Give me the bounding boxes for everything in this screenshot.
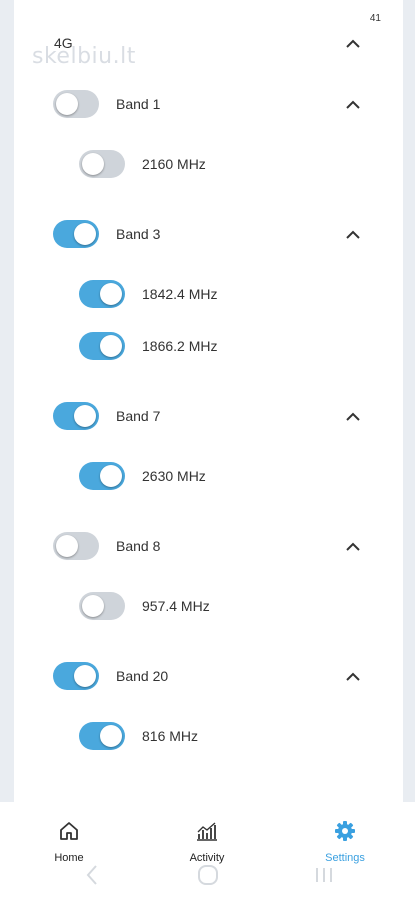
toggle-knob — [74, 405, 96, 427]
frequency-label: 1842.4 MHz — [142, 286, 218, 302]
frequency-row: 816 MHz — [14, 716, 403, 756]
frequency-label: 2630 MHz — [142, 468, 206, 484]
band-label: Band 20 — [116, 668, 169, 684]
band-7-toggle[interactable] — [53, 402, 99, 430]
gear-icon — [334, 820, 356, 847]
frequency-toggle[interactable] — [79, 150, 125, 178]
chevron-up-icon[interactable] — [343, 33, 363, 53]
toggle-knob — [74, 665, 96, 687]
band-row-20: Band 20 — [14, 656, 403, 696]
toggle-knob — [56, 93, 78, 115]
band-row-1: Band 1 — [14, 84, 403, 124]
band-label: Band 1 — [116, 96, 161, 112]
band-label: Band 7 — [116, 408, 161, 424]
activity-icon — [195, 820, 219, 847]
nav-activity[interactable]: Activity — [162, 820, 252, 864]
band-row-3: Band 3 — [14, 214, 403, 254]
system-nav-bar — [0, 864, 415, 888]
band-row-8: Band 8 — [14, 526, 403, 566]
toggle-knob — [100, 283, 122, 305]
frequency-label: 957.4 MHz — [142, 598, 210, 614]
nav-activity-label: Activity — [189, 852, 225, 864]
frequency-label: 2160 MHz — [142, 156, 206, 172]
chevron-up-icon[interactable] — [343, 536, 363, 556]
frequency-row: 1842.4 MHz — [14, 274, 403, 314]
frequency-row: 2630 MHz — [14, 456, 403, 496]
home-circle-icon[interactable] — [197, 864, 219, 891]
nav-settings-label: Settings — [325, 852, 365, 864]
frequency-row: 957.4 MHz — [14, 586, 403, 626]
band-3-toggle[interactable] — [53, 220, 99, 248]
band-label: Band 8 — [116, 538, 161, 554]
nav-home-label: Home — [54, 852, 84, 864]
chevron-up-icon[interactable] — [343, 666, 363, 686]
frequency-toggle[interactable] — [79, 462, 125, 490]
frequency-label: 1866.2 MHz — [142, 338, 218, 354]
band-1-toggle[interactable] — [53, 90, 99, 118]
band-row-7: Band 7 — [14, 396, 403, 436]
band-8-toggle[interactable] — [53, 532, 99, 560]
recents-icon[interactable] — [314, 864, 334, 891]
toggle-knob — [74, 223, 96, 245]
frequency-row: 1866.2 MHz — [14, 326, 403, 366]
frequency-toggle[interactable] — [79, 332, 125, 360]
section-header-4g[interactable]: 4G — [14, 23, 403, 63]
nav-settings[interactable]: Settings — [300, 820, 390, 864]
band-label: Band 3 — [116, 226, 161, 242]
toggle-knob — [100, 725, 122, 747]
band-20-toggle[interactable] — [53, 662, 99, 690]
toggle-knob — [82, 595, 104, 617]
toggle-knob — [82, 153, 104, 175]
frequency-toggle[interactable] — [79, 280, 125, 308]
home-icon — [58, 820, 80, 847]
band-settings-card: 41 skelbiu.lt 4G Band 1 2160 MHz Band 3 … — [14, 0, 403, 802]
toggle-knob — [56, 535, 78, 557]
nav-home[interactable]: Home — [24, 820, 114, 864]
chevron-up-icon[interactable] — [343, 406, 363, 426]
toggle-knob — [100, 335, 122, 357]
chevron-up-icon[interactable] — [343, 224, 363, 244]
frequency-row: 2160 MHz — [14, 144, 403, 184]
frequency-toggle[interactable] — [79, 592, 125, 620]
back-icon[interactable] — [84, 864, 100, 891]
chevron-up-icon[interactable] — [343, 94, 363, 114]
toggle-knob — [100, 465, 122, 487]
frequency-label: 816 MHz — [142, 728, 199, 744]
frequency-toggle[interactable] — [79, 722, 125, 750]
section-title: 4G — [54, 35, 73, 51]
